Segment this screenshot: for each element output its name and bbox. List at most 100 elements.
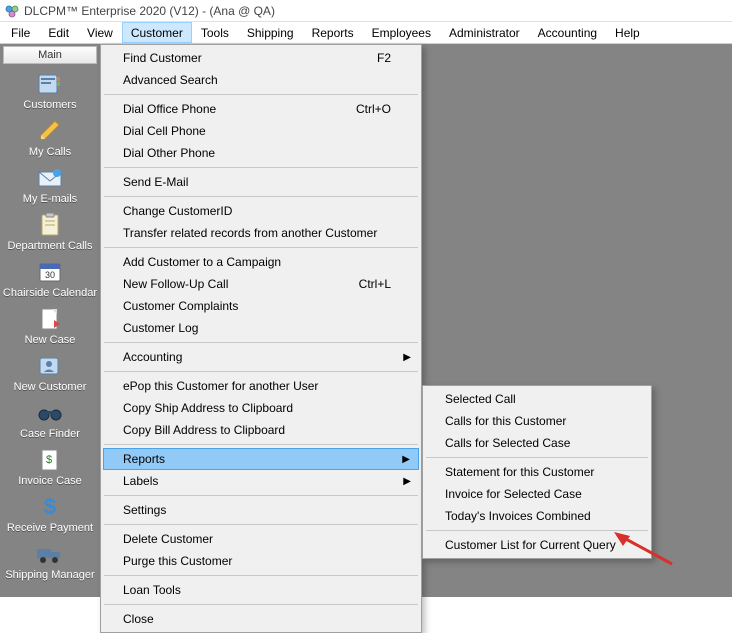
menu-purge-customer[interactable]: Purge this Customer [103,550,419,572]
sidebar-item-label: Chairside Calendar [3,287,97,299]
menu-item-label: Customer Complaints [123,299,238,313]
menu-item-label: Calls for Selected Case [445,436,570,450]
submenu-statement-for-customer[interactable]: Statement for this Customer [425,461,649,483]
sidebar-item-my-calls[interactable]: My Calls [0,115,100,162]
sidebar-header[interactable]: Main [3,46,97,64]
menu-help[interactable]: Help [606,22,649,43]
menu-shipping[interactable]: Shipping [238,22,303,43]
menu-copy-ship-address[interactable]: Copy Ship Address to Clipboard [103,397,419,419]
sidebar-item-my-emails[interactable]: My E-mails [0,162,100,209]
menu-close[interactable]: Close [103,608,419,630]
add-contact-icon [35,353,65,379]
menu-view[interactable]: View [78,22,122,43]
sidebar-item-invoice-case[interactable]: $ Invoice Case [0,444,100,491]
clipboard-icon [35,212,65,238]
menu-item-label: Change CustomerID [123,204,232,218]
menu-customer[interactable]: Customer [122,22,192,43]
menu-item-label: New Follow-Up Call [123,277,228,291]
menu-item-shortcut: F2 [377,51,391,65]
menu-loan-tools[interactable]: Loan Tools [103,579,419,601]
sidebar-item-receive-payment[interactable]: $ Receive Payment [0,491,100,538]
menu-item-label: Loan Tools [123,583,181,597]
menu-separator [104,575,418,576]
svg-text:30: 30 [45,270,55,280]
binoculars-icon [35,400,65,426]
menu-item-label: Add Customer to a Campaign [123,255,281,269]
sidebar-item-label: Receive Payment [7,522,93,534]
menu-tools[interactable]: Tools [192,22,238,43]
sidebar-item-shipping-manager[interactable]: Shipping Manager [0,538,100,585]
menu-item-label: Today's Invoices Combined [445,509,591,523]
sidebar-item-case-finder[interactable]: Case Finder [0,397,100,444]
menu-accounting[interactable]: Accounting [529,22,606,43]
menu-customer-complaints[interactable]: Customer Complaints [103,295,419,317]
svg-text:$: $ [44,494,56,519]
menu-item-label: Find Customer [123,51,202,65]
submenu-calls-for-case[interactable]: Calls for Selected Case [425,432,649,454]
menu-employees[interactable]: Employees [363,22,440,43]
menu-separator [426,457,648,458]
sidebar-item-label: New Case [25,334,76,346]
submenu-selected-call[interactable]: Selected Call [425,388,649,410]
sidebar-item-new-customer[interactable]: New Customer [0,350,100,397]
submenu-invoice-for-case[interactable]: Invoice for Selected Case [425,483,649,505]
sidebar-item-chairside-calendar[interactable]: 30 Chairside Calendar [0,256,100,303]
menu-item-shortcut: Ctrl+O [356,102,391,116]
submenu-customer-list-current-query[interactable]: Customer List for Current Query [425,534,649,556]
sidebar-item-label: Case Finder [20,428,80,440]
menu-new-followup-call[interactable]: New Follow-Up Call Ctrl+L [103,273,419,295]
menu-edit[interactable]: Edit [39,22,78,43]
menu-separator [104,524,418,525]
app-icon [4,3,20,19]
menu-epop-customer[interactable]: ePop this Customer for another User [103,375,419,397]
menu-item-label: ePop this Customer for another User [123,379,318,393]
title-bar: DLCPM™ Enterprise 2020 (V12) - (Ana @ QA… [0,0,732,22]
menu-dial-office[interactable]: Dial Office Phone Ctrl+O [103,98,419,120]
menu-item-label: Selected Call [445,392,516,406]
menu-reports-submenu[interactable]: Reports ▶ [103,448,419,470]
menu-file[interactable]: File [2,22,39,43]
sidebar-item-label: New Customer [14,381,87,393]
menu-transfer-records[interactable]: Transfer related records from another Cu… [103,222,419,244]
menu-separator [104,342,418,343]
sidebar-item-department-calls[interactable]: Department Calls [0,209,100,256]
menu-advanced-search[interactable]: Advanced Search [103,69,419,91]
address-book-icon [35,71,65,97]
sidebar-item-label: My Calls [29,146,71,158]
menu-reports[interactable]: Reports [303,22,363,43]
menu-add-to-campaign[interactable]: Add Customer to a Campaign [103,251,419,273]
menu-bar: File Edit View Customer Tools Shipping R… [0,22,732,44]
menu-item-label: Transfer related records from another Cu… [123,226,377,240]
submenu-arrow-icon: ▶ [403,352,411,363]
menu-item-label: Copy Bill Address to Clipboard [123,423,285,437]
new-document-icon [35,306,65,332]
menu-dial-cell[interactable]: Dial Cell Phone [103,120,419,142]
menu-administrator[interactable]: Administrator [440,22,529,43]
menu-item-label: Dial Office Phone [123,102,216,116]
truck-icon [35,541,65,567]
sidebar-item-customers[interactable]: Customers [0,68,100,115]
menu-find-customer[interactable]: Find Customer F2 [103,47,419,69]
menu-dial-other[interactable]: Dial Other Phone [103,142,419,164]
menu-item-label: Purge this Customer [123,554,232,568]
menu-send-email[interactable]: Send E-Mail [103,171,419,193]
menu-delete-customer[interactable]: Delete Customer [103,528,419,550]
menu-accounting-submenu[interactable]: Accounting ▶ [103,346,419,368]
menu-settings[interactable]: Settings [103,499,419,521]
menu-item-label: Invoice for Selected Case [445,487,582,501]
menu-separator [426,530,648,531]
menu-separator [104,444,418,445]
dollar-icon: $ [35,494,65,520]
sidebar-item-label: My E-mails [23,193,77,205]
menu-item-label: Reports [123,452,165,466]
sidebar-item-new-case[interactable]: New Case [0,303,100,350]
menu-customer-log[interactable]: Customer Log [103,317,419,339]
window-title: DLCPM™ Enterprise 2020 (V12) - (Ana @ QA… [24,4,275,18]
menu-copy-bill-address[interactable]: Copy Bill Address to Clipboard [103,419,419,441]
menu-separator [104,495,418,496]
menu-item-label: Dial Other Phone [123,146,215,160]
submenu-calls-for-customer[interactable]: Calls for this Customer [425,410,649,432]
menu-change-customer-id[interactable]: Change CustomerID [103,200,419,222]
submenu-todays-invoices-combined[interactable]: Today's Invoices Combined [425,505,649,527]
menu-labels-submenu[interactable]: Labels ▶ [103,470,419,492]
